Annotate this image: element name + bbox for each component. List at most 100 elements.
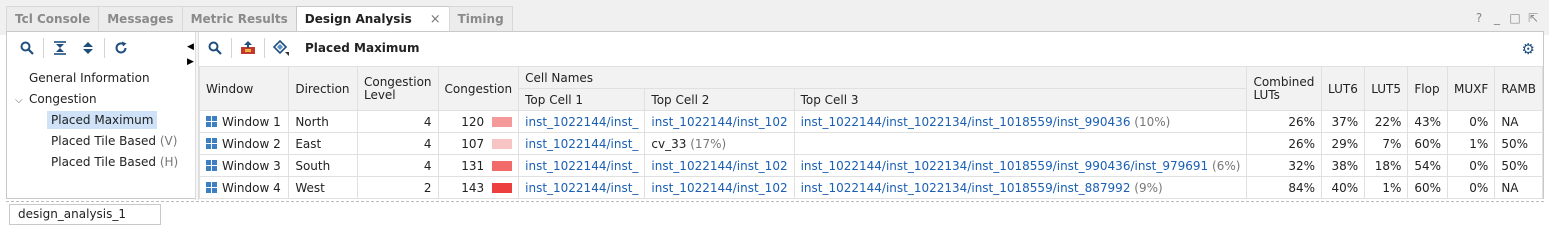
column-header-top-cell-2[interactable]: Top Cell 2 [644,88,795,111]
maximize-icon[interactable]: ⇱ [1527,11,1539,25]
column-header-top-cell-3[interactable]: Top Cell 3 [793,88,1248,111]
muxf-cell: 0% [1447,110,1496,133]
direction-cell: North [288,110,358,133]
window-cell: Window 4 [198,176,290,199]
top-cell-2-link[interactable]: inst_1022144/inst_102 [644,176,795,199]
tree-item-label: Placed Tile Based [51,134,156,148]
column-header-muxf[interactable]: MUXF [1447,66,1496,111]
collapse-all-icon[interactable] [46,36,74,60]
export-icon[interactable] [234,36,262,60]
top-cell-3-link[interactable] [793,132,1248,155]
muxf-cell: 0% [1447,154,1496,177]
column-header-congestion[interactable]: Congestion [437,66,520,111]
table-row[interactable]: Window 3 South 4 131 inst_1022144/inst_ … [198,154,1543,177]
top-cell-2-link[interactable]: inst_1022144/inst_102 [644,110,795,133]
tree-item-placed-maximum[interactable]: Placed Maximum [7,110,195,131]
ramb-cell: NA [1494,110,1543,133]
top-cell-3-link[interactable]: inst_1022144/inst_1022134/inst_1018559/i… [793,176,1248,199]
tree-item-congestion[interactable]: ⌵ Congestion [7,89,195,110]
column-header-lut6[interactable]: LUT6 [1320,66,1366,111]
combined-luts-cell: 32% [1246,154,1322,177]
column-header-congestion-level[interactable]: Congestion Level [356,66,439,111]
window-icon [206,159,217,171]
congestion-cell: 120 [437,110,520,133]
window-cell: Window 1 [198,110,290,133]
column-header-lut5[interactable]: LUT5 [1364,66,1409,111]
tab-metric-results[interactable]: Metric Results [181,6,297,31]
table-row[interactable]: Window 2 East 4 107 inst_1022144/inst_ c… [198,132,1543,155]
lut6-cell: 40% [1320,176,1366,199]
combined-luts-cell: 26% [1246,132,1322,155]
tab-messages[interactable]: Messages [98,6,183,31]
restore-icon[interactable]: □ [1509,11,1521,25]
view-title: Placed Maximum [305,41,420,55]
column-header-ramb[interactable]: RAMB [1494,66,1543,111]
top-cell-3-link[interactable]: inst_1022144/inst_1022134/inst_1018559/i… [793,154,1248,177]
cell-percent: (10%) [1134,114,1171,129]
column-header-combined-luts[interactable]: Combined LUTs [1246,66,1322,111]
congestion-swatch [492,160,513,171]
refresh-icon[interactable] [107,36,135,60]
congestion-value: 120 [461,114,485,129]
tab-label: Design Analysis [304,12,412,26]
tab-timing[interactable]: Timing [448,6,513,31]
combined-luts-cell: 26% [1246,110,1322,133]
congestion-table: Window Direction Congestion Level Conges… [198,66,1543,199]
top-cell-3-link[interactable]: inst_1022144/inst_1022134/inst_1018559/i… [793,110,1248,133]
congestion-cell: 107 [437,132,520,155]
congestion-level-cell: 4 [356,154,439,177]
navigation-tree: General Information ⌵ Congestion Placed M… [7,68,195,173]
flop-cell: 60% [1407,176,1449,199]
collapse-left-icon[interactable]: ◀ [187,42,194,52]
minimize-icon[interactable]: _ [1491,11,1503,25]
expand-all-icon[interactable] [74,36,102,60]
header-row: Window Direction Congestion Level Conges… [198,66,1543,111]
lut5-cell: 22% [1364,110,1409,133]
tree-item-suffix: (H) [159,155,179,169]
tree-item-placed-tile-based-h[interactable]: Placed Tile Based (H) [7,152,195,173]
window-name: Window 3 [222,158,281,173]
lut5-cell: 1% [1364,176,1409,199]
column-header-direction[interactable]: Direction [288,66,358,111]
cell-percent: (6%) [1212,158,1241,173]
window-icon [206,181,217,193]
tree-item-label: General Information [29,71,150,85]
highlight-icon[interactable] [267,36,295,60]
column-header-flop[interactable]: Flop [1407,66,1449,111]
window-icon [206,115,217,127]
tab-bar: Tcl Console Messages Metric Results Desi… [0,0,1549,35]
column-header-top-cell-1[interactable]: Top Cell 1 [518,88,646,111]
table-row[interactable]: Window 1 North 4 120 inst_1022144/inst_ … [198,110,1543,133]
tab-tcl-console[interactable]: Tcl Console [6,6,100,31]
congestion-cell: 143 [437,176,520,199]
close-icon[interactable]: × [430,12,441,27]
toolbar-divider [264,38,265,58]
lut5-cell: 18% [1364,154,1409,177]
tab-design-analysis-1[interactable]: design_analysis_1 [9,204,161,225]
search-icon[interactable] [201,36,229,60]
column-header-window[interactable]: Window [198,66,290,111]
expand-right-icon[interactable]: ▶ [187,57,194,67]
congestion-swatch [492,138,513,149]
help-icon[interactable]: ? [1473,11,1485,25]
top-cell-1-link[interactable]: inst_1022144/inst_ [518,132,646,155]
top-cell-2-link[interactable]: cv_33 (17%) [644,132,795,155]
cell-name: inst_1022144/inst_1022134/inst_1018559/i… [800,158,1209,173]
tree-item-placed-tile-based-v[interactable]: Placed Tile Based (V) [7,131,195,152]
table-row[interactable]: Window 4 West 2 143 inst_1022144/inst_ i… [198,176,1543,199]
gear-icon[interactable]: ⚙ [1522,40,1535,58]
window-controls: ? _ □ ⇱ [1473,11,1539,25]
search-icon[interactable] [13,36,41,60]
tab-design-analysis[interactable]: Design Analysis × [295,6,450,32]
cell-name: inst_1022144/inst_102 [651,158,788,173]
top-cell-1-link[interactable]: inst_1022144/inst_ [518,154,646,177]
flop-cell: 54% [1407,154,1449,177]
tree-item-general-information[interactable]: General Information [7,68,195,89]
congestion-swatch [492,116,513,127]
top-cell-2-link[interactable]: inst_1022144/inst_102 [644,154,795,177]
top-cell-1-link[interactable]: inst_1022144/inst_ [518,176,646,199]
chevron-down-icon[interactable]: ⌵ [15,90,29,111]
top-cell-1-link[interactable]: inst_1022144/inst_ [518,110,646,133]
congestion-level-cell: 4 [356,132,439,155]
toolbar-divider [43,38,44,58]
